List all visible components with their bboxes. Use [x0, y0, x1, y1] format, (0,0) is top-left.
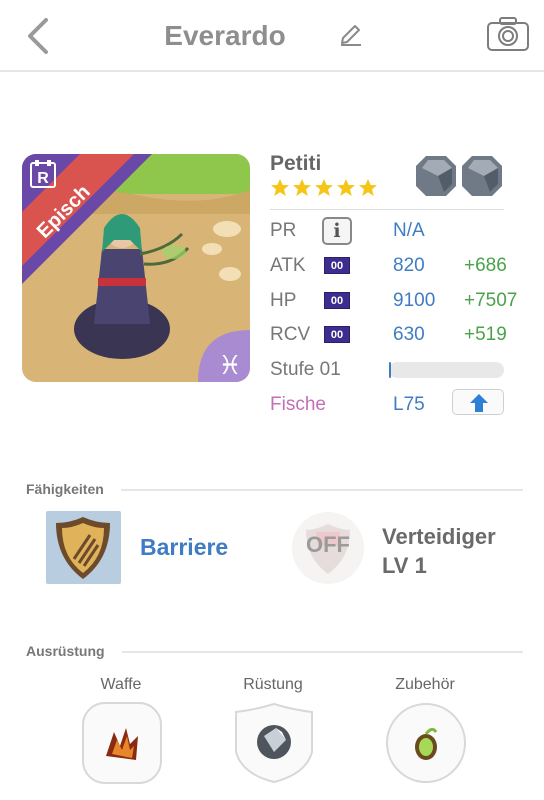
rcv-plus-badge: 00 [324, 326, 350, 343]
skills-section-title: Fähigkeiten [26, 481, 104, 497]
monster-name: Petiti [270, 152, 322, 175]
rcv-label: RCV [270, 324, 311, 345]
camera-icon[interactable] [486, 16, 530, 52]
info-icon: i [333, 220, 341, 242]
armor-label: Rüstung [243, 676, 303, 693]
top-bar: Everardo [0, 0, 544, 72]
leader-skill-name: Verteidiger LV 1 [382, 522, 496, 580]
weapon-slot-frame [82, 702, 162, 784]
leader-skill-off-label: OFF [306, 532, 350, 557]
pencil-icon[interactable] [338, 22, 364, 48]
equipment-section-title: Ausrüstung [26, 643, 105, 659]
pr-label: PR [270, 220, 297, 241]
hp-value: 9100 [393, 290, 436, 311]
rarity-letter: R [37, 170, 49, 187]
level-label: Stufe 01 [270, 359, 341, 380]
limit-level-value: L75 [393, 394, 425, 415]
shield-icon [56, 517, 110, 579]
star-icon [315, 179, 333, 196]
star-icon [337, 179, 355, 196]
active-skill-name[interactable]: Barriere [140, 534, 228, 561]
weapon-label: Waffe [100, 676, 142, 693]
active-skill-button[interactable] [46, 511, 121, 584]
leader-skill-title: Verteidiger [382, 524, 496, 549]
monster-art: Episch R ♓ [22, 154, 250, 382]
equipment-section-divider [122, 651, 523, 653]
hp-label: HP [270, 290, 297, 311]
atk-bonus: +686 [464, 255, 507, 276]
level-progress-bar [389, 362, 504, 378]
element-pisces-symbol: ♓ [218, 351, 241, 381]
star-icon [293, 179, 311, 196]
accessory-slot-frame [386, 703, 466, 783]
stats-divider [270, 209, 504, 210]
info-button[interactable]: i [322, 217, 352, 245]
page-title: Everardo [164, 20, 286, 51]
atk-label: ATK [270, 255, 306, 276]
pr-value: N/A [393, 220, 425, 241]
awakening-stone-icon[interactable] [460, 154, 504, 198]
hp-bonus: +7507 [464, 290, 518, 311]
rcv-value: 630 [393, 324, 425, 345]
hp-plus-badge: 00 [324, 292, 350, 309]
accessory-slot[interactable] [386, 702, 466, 784]
rcv-bonus: +519 [464, 324, 507, 345]
weapon-slot[interactable] [82, 702, 162, 784]
armor-slot[interactable] [234, 702, 314, 784]
star-icon [271, 179, 289, 196]
monster-portrait[interactable]: Episch R ♓ [22, 154, 250, 382]
upgrade-button[interactable] [452, 389, 504, 415]
level-progress-fill [389, 362, 392, 378]
skills-section-divider [121, 489, 523, 491]
star-icon [359, 179, 377, 196]
armor-slot-frame [235, 702, 313, 784]
atk-plus-badge: 00 [324, 257, 350, 274]
rarity-stars [270, 178, 378, 202]
crystal-orb-icon [257, 725, 291, 759]
type-label: Fische [270, 394, 326, 415]
accessory-label: Zubehör [395, 676, 455, 693]
atk-value: 820 [393, 255, 425, 276]
awakening-stone-icon[interactable] [414, 154, 458, 198]
arrow-up-icon [470, 394, 488, 412]
leader-skill-level: LV 1 [382, 553, 427, 578]
